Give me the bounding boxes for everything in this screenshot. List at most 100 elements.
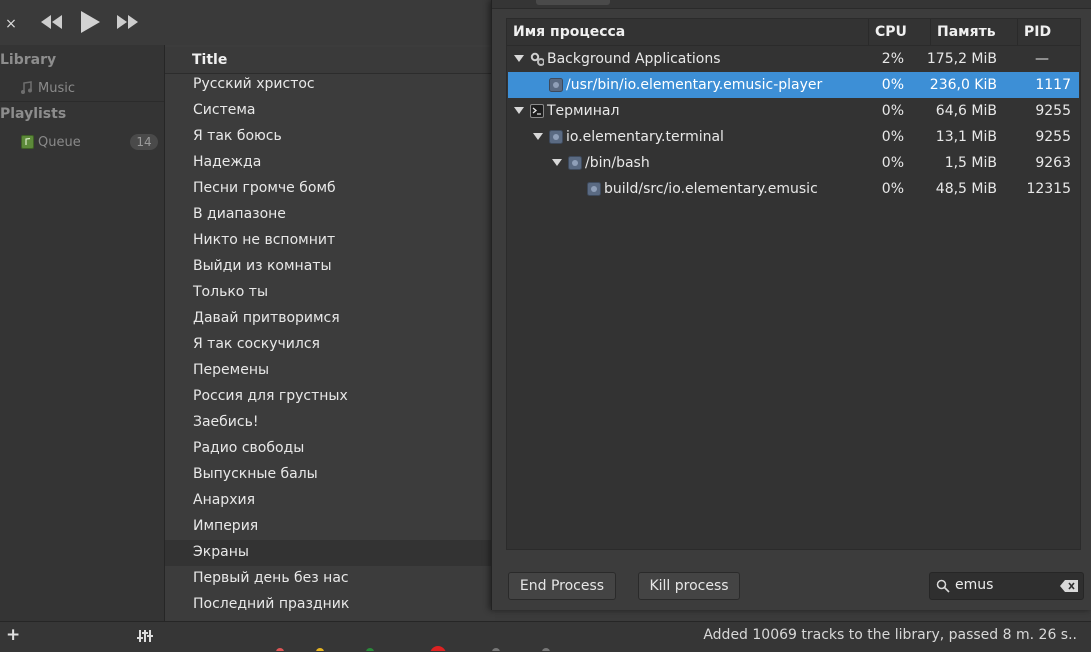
process-table: Имя процесса CPU Память PID Background A… [506, 18, 1081, 550]
track-row[interactable]: Первый день без нас [165, 566, 495, 592]
process-cpu: 2% [881, 51, 904, 67]
process-icon [568, 156, 582, 170]
previous-button[interactable] [40, 8, 64, 36]
play-icon [81, 11, 100, 33]
expander-arrow-icon[interactable] [514, 107, 524, 114]
track-title: Россия для грустных [193, 388, 348, 404]
track-title: Надежда [193, 154, 262, 170]
play-button[interactable] [78, 8, 102, 36]
dock-edge-decoration [276, 646, 550, 651]
track-row[interactable]: Экраны [165, 540, 495, 566]
track-row[interactable]: В диапазоне [165, 202, 495, 228]
track-row[interactable]: Никто не вспомнит [165, 228, 495, 254]
track-title: Выйди из комнаты [193, 258, 332, 274]
process-memory: 236,0 KiB [929, 77, 997, 93]
process-cpu: 0% [881, 129, 904, 145]
terminal-icon [530, 104, 544, 118]
track-row[interactable]: Я так соскучился [165, 332, 495, 358]
track-row[interactable]: Радио свободы [165, 436, 495, 462]
equalizer-button[interactable] [137, 628, 153, 647]
process-pid: 12315 [1026, 181, 1071, 197]
search-icon [936, 579, 950, 593]
track-title: В диапазоне [193, 206, 286, 222]
process-row[interactable]: /bin/bash 0% 1,5 MiB 9263 [508, 150, 1079, 176]
process-row[interactable]: Терминал 0% 64,6 MiB 9255 [508, 98, 1079, 124]
column-header-cpu[interactable]: CPU [868, 19, 930, 45]
search-field[interactable]: emus [929, 572, 1084, 600]
track-title: Только ты [193, 284, 268, 300]
process-memory: 64,6 MiB [935, 103, 997, 119]
process-pid: 9255 [1035, 103, 1071, 119]
process-row[interactable]: /usr/bin/io.elementary.emusic-player 0% 23… [508, 72, 1079, 98]
search-input[interactable]: emus [955, 577, 993, 593]
process-memory: 13,1 MiB [935, 129, 997, 145]
process-row[interactable]: io.elementary.terminal 0% 13,1 MiB 9255 [508, 124, 1079, 150]
process-pid: — [1035, 51, 1049, 67]
process-pid: 9255 [1035, 129, 1071, 145]
track-row[interactable]: Только ты [165, 280, 495, 306]
track-row[interactable]: Последний праздник [165, 592, 495, 618]
playlists-header: Playlists [0, 106, 67, 122]
track-title: Перемены [193, 362, 270, 378]
track-row[interactable]: Я так боюсь [165, 124, 495, 150]
queue-icon [21, 135, 34, 149]
end-process-button[interactable]: End Process [508, 572, 616, 600]
expander-arrow-icon[interactable] [533, 133, 543, 140]
column-header-title[interactable]: Title [165, 47, 495, 74]
process-row[interactable]: Background Applications 2% 175,2 MiB — [508, 46, 1079, 72]
track-row[interactable]: Выйди из комнаты [165, 254, 495, 280]
process-table-header: Имя процесса CPU Память PID [507, 19, 1080, 46]
music-note-icon [21, 81, 32, 94]
track-row[interactable]: Россия для грустных [165, 384, 495, 410]
track-title: Я так соскучился [193, 336, 320, 352]
track-title: Выпускные балы [193, 466, 318, 482]
track-title: Давай притворимся [193, 310, 340, 326]
track-title: Песни громче бомб [193, 180, 336, 196]
queue-count-badge: 14 [130, 134, 158, 150]
view-switcher[interactable] [536, 0, 610, 5]
divider [0, 101, 164, 102]
track-row[interactable]: Песни громче бомб [165, 176, 495, 202]
status-message: Added 10069 tracks to the library, passe… [703, 627, 1077, 643]
library-header: Library [0, 52, 57, 68]
column-header-memory[interactable]: Память [930, 19, 1017, 45]
rewind-icon [41, 15, 62, 29]
track-row[interactable]: Империя [165, 514, 495, 540]
track-row[interactable]: Перемены [165, 358, 495, 384]
track-row[interactable]: Выпускные балы [165, 462, 495, 488]
kill-process-button[interactable]: Kill process [638, 572, 740, 600]
process-name: Терминал [547, 103, 620, 119]
expander-arrow-icon[interactable] [514, 55, 524, 62]
column-header-name[interactable]: Имя процесса [513, 19, 863, 45]
track-title: Система [193, 102, 256, 118]
sidebar-item-music[interactable]: Music [0, 75, 164, 101]
track-title: Радио свободы [193, 440, 305, 456]
track-row[interactable]: Анархия [165, 488, 495, 514]
system-monitor-window: Имя процесса CPU Память PID Background A… [491, 0, 1091, 610]
clear-search-icon[interactable] [1060, 580, 1078, 592]
process-cpu: 0% [881, 77, 904, 93]
track-row[interactable]: Русский христос [165, 72, 495, 98]
process-pid: 9263 [1035, 155, 1071, 171]
track-row[interactable]: Заебись! [165, 410, 495, 436]
track-row[interactable]: Давай притворимся [165, 306, 495, 332]
process-name: /bin/bash [585, 155, 650, 171]
column-title-label: Title [192, 52, 228, 68]
track-row[interactable]: Надежда [165, 150, 495, 176]
track-title: Русский христос [193, 76, 315, 92]
sidebar-item-queue[interactable]: Queue 14 [0, 129, 164, 155]
close-button[interactable]: × [3, 10, 19, 38]
track-row[interactable]: Система [165, 98, 495, 124]
expander-arrow-icon[interactable] [552, 159, 562, 166]
process-cpu: 0% [881, 181, 904, 197]
track-title: Никто не вспомнит [193, 232, 336, 248]
monitor-header-strip [492, 0, 1091, 9]
track-title: Экраны [193, 544, 249, 560]
equalizer-icon [137, 630, 153, 642]
sidebar: Library Music Playlists Queue 14 [0, 45, 165, 621]
column-header-pid[interactable]: PID [1017, 19, 1080, 45]
process-row[interactable]: build/src/io.elementary.emusic 0% 48,5 MiB… [508, 176, 1079, 202]
next-button[interactable] [116, 8, 140, 36]
add-playlist-button[interactable]: + [6, 625, 20, 645]
track-title: Империя [193, 518, 259, 534]
